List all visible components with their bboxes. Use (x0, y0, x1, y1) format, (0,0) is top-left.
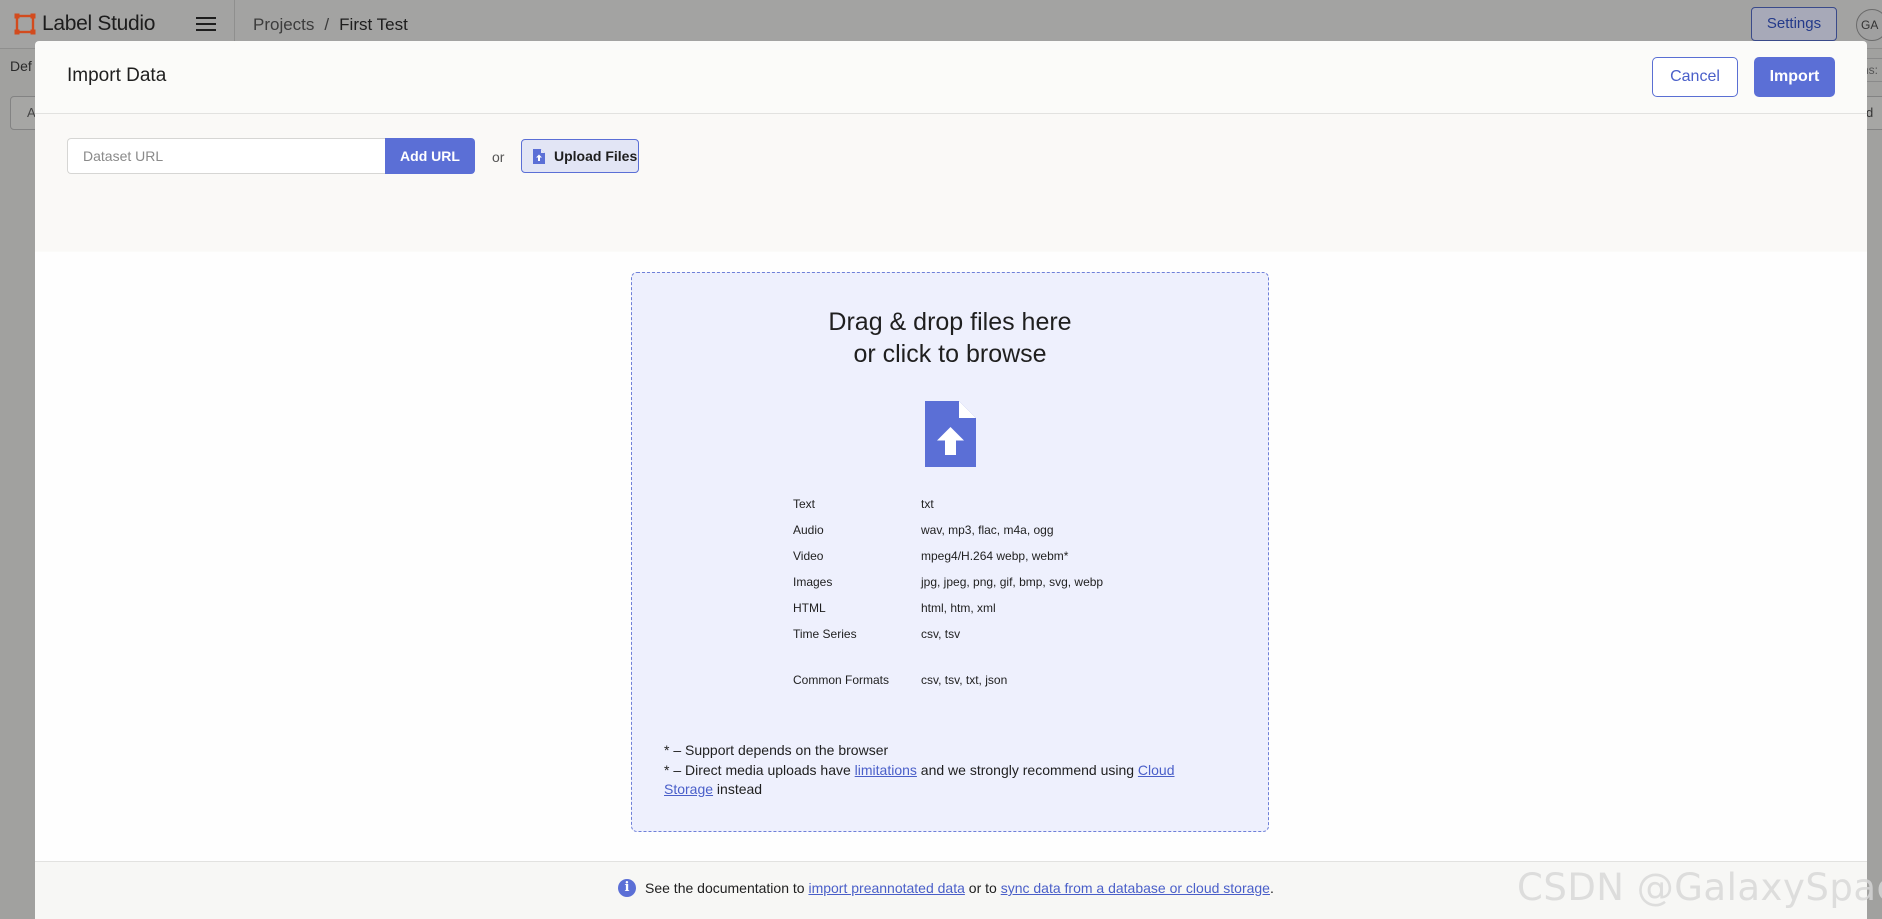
format-type: Common Formats (793, 673, 890, 687)
note-text: * – Direct media uploads have (664, 761, 855, 778)
hamburger-menu-icon[interactable] (196, 17, 216, 33)
avatar[interactable]: GA (1856, 9, 1882, 41)
format-type: Images (793, 575, 833, 589)
format-extensions: wav, mp3, flac, m4a, ogg (921, 523, 1054, 537)
format-type: HTML (793, 601, 826, 615)
format-extensions: mpeg4/H.264 webp, webm* (921, 549, 1069, 563)
limitations-link[interactable]: limitations (855, 762, 917, 778)
format-extensions: jpg, jpeg, png, gif, bmp, svg, webp (921, 575, 1104, 589)
format-extensions: csv, tsv, txt, json (921, 673, 1008, 687)
format-extensions: html, htm, xml (921, 601, 996, 615)
url-import-row: Add URL or Upload Files (35, 114, 1867, 251)
background-view-tab: Def (10, 58, 32, 74)
file-upload-icon (925, 401, 976, 467)
watermark-text: CSDN @GalaxySpaceX (1517, 866, 1882, 909)
note-text: and we strongly recommend using (916, 761, 1138, 778)
import-data-modal: Import Data Cancel Import Add URL or Upl… (35, 41, 1867, 919)
file-upload-icon (533, 149, 545, 164)
breadcrumb-projects[interactable]: Projects (253, 15, 314, 34)
app-logo-text[interactable]: Label Studio (42, 12, 155, 36)
footer-text: or to (964, 880, 1001, 896)
modal-title: Import Data (67, 65, 167, 86)
format-type: Text (793, 497, 816, 511)
upload-content-area: Drag & drop files here or click to brows… (35, 252, 1867, 861)
cancel-button[interactable]: Cancel (1652, 57, 1738, 97)
browser-support-note: * – Support depends on the browser (664, 742, 889, 758)
documentation-hint: See the documentation to import preannot… (645, 880, 1274, 896)
import-button[interactable]: Import (1754, 57, 1835, 97)
add-url-button[interactable]: Add URL (385, 138, 475, 174)
dataset-url-input[interactable] (67, 138, 385, 174)
footer-text: . (1269, 880, 1274, 896)
note-text: instead (713, 781, 763, 797)
format-extensions: csv, tsv (921, 627, 961, 641)
info-icon: i (618, 879, 636, 897)
upload-files-label: Upload Files (554, 148, 638, 164)
or-separator-text: or (492, 149, 505, 165)
format-type: Time Series (793, 627, 857, 641)
breadcrumb: Projects / First Test (253, 15, 408, 35)
sync-data-link[interactable]: sync data from a database or cloud stora… (1001, 880, 1270, 896)
modal-header: Import Data Cancel Import (35, 41, 1867, 114)
footer-text: See the documentation to (645, 880, 809, 896)
upload-notes: * – Support depends on the browser * – D… (664, 741, 1224, 800)
dropzone-title: Drag & drop files here or click to brows… (632, 306, 1268, 370)
dropzone-title-line1: Drag & drop files here (828, 308, 1072, 336)
breadcrumb-separator: / (324, 15, 330, 34)
format-extensions: txt (921, 497, 934, 511)
format-type: Audio (793, 523, 824, 537)
upload-files-button[interactable]: Upload Files (521, 139, 639, 173)
settings-button[interactable]: Settings (1751, 7, 1837, 41)
breadcrumb-current-project[interactable]: First Test (339, 15, 408, 34)
import-preannotated-data-link[interactable]: import preannotated data (808, 880, 964, 896)
label-studio-logo-icon[interactable] (14, 13, 36, 35)
file-dropzone[interactable]: Drag & drop files here or click to brows… (631, 272, 1269, 832)
format-type: Video (793, 549, 824, 563)
dropzone-title-line2: or click to browse (853, 340, 1047, 368)
direct-upload-note: * – Direct media uploads have limitation… (664, 761, 1224, 800)
